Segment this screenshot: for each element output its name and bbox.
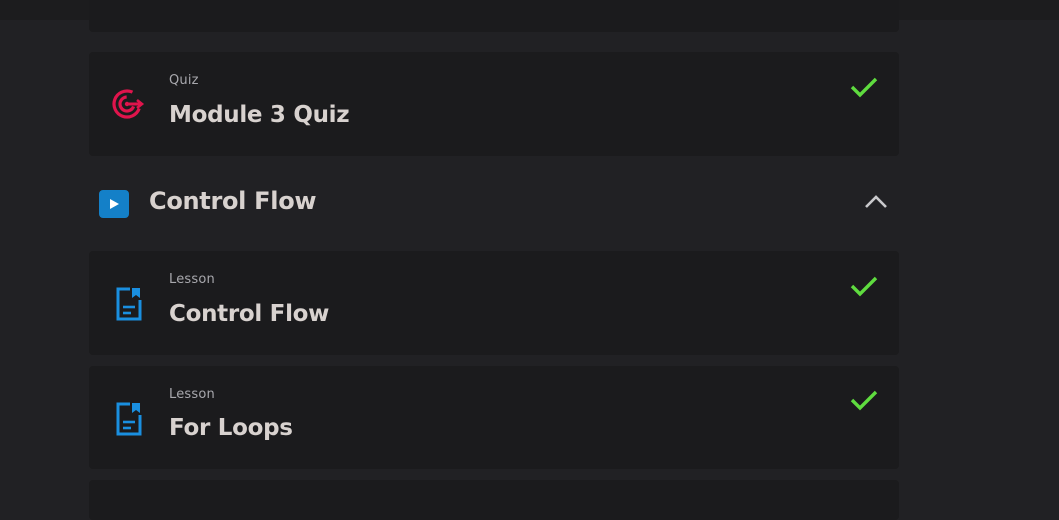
checkmark-icon xyxy=(849,388,879,412)
next-item-card[interactable] xyxy=(89,480,899,520)
section-title: Control Flow xyxy=(149,187,317,215)
previous-item-card[interactable] xyxy=(89,0,899,32)
target-icon xyxy=(110,86,146,122)
checkmark-icon xyxy=(849,75,879,99)
section-header-control-flow[interactable]: Control Flow xyxy=(89,170,899,236)
item-title[interactable]: Control Flow xyxy=(169,301,329,327)
quiz-card[interactable]: Quiz Module 3 Quiz xyxy=(89,52,899,156)
item-type-label: Quiz xyxy=(169,73,199,88)
document-icon xyxy=(110,286,146,322)
checkmark-icon xyxy=(849,274,879,298)
lesson-card[interactable]: Lesson For Loops xyxy=(89,366,899,469)
document-icon xyxy=(110,401,146,437)
lesson-card[interactable]: Lesson Control Flow xyxy=(89,251,899,355)
item-title[interactable]: For Loops xyxy=(169,415,293,441)
chevron-up-icon[interactable] xyxy=(863,193,889,211)
item-title[interactable]: Module 3 Quiz xyxy=(169,102,350,128)
item-type-label: Lesson xyxy=(169,387,215,402)
play-icon xyxy=(99,190,129,218)
item-type-label: Lesson xyxy=(169,272,215,287)
